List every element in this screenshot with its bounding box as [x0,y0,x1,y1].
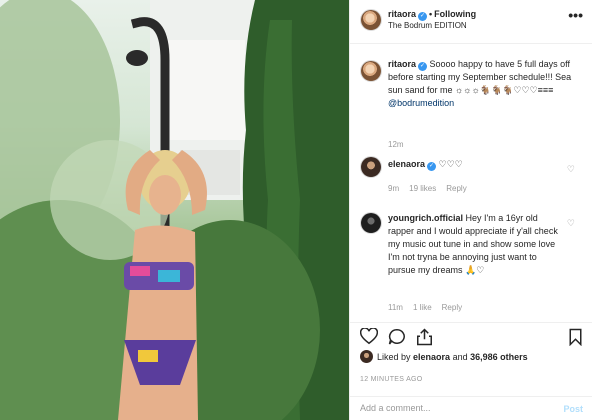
commenter-avatar[interactable] [360,156,382,178]
reply-button[interactable]: Reply [446,184,466,193]
post-side-panel: ritaora ✓ • Following The Bodrum EDITION ••… [349,0,592,420]
share-icon[interactable] [416,328,433,346]
caption-text-block: ritaora ✓ Soooo happy to have 5 full days… [388,58,578,110]
caption-time[interactable]: 12m [388,140,404,149]
likes-summary: Liked by elenaora and 36,986 others [360,350,528,363]
post-timestamp[interactable]: 12 MINUTES AGO [360,376,423,383]
post-location[interactable]: The Bodrum EDITION [388,21,467,30]
post-comment-button[interactable]: Post [563,404,583,414]
comment-like-heart-icon[interactable]: ♡ [567,164,575,175]
comment-meta: 11m 1 like Reply [388,303,472,312]
caption-avatar[interactable] [360,60,382,82]
comment-likes[interactable]: 1 like [413,303,432,312]
post-header: ritaora ✓ • Following The Bodrum EDITION ••… [350,0,592,44]
verified-icon: ✓ [427,162,437,171]
commenter-avatar[interactable] [360,212,382,234]
liked-by-and: and [452,352,468,362]
separator-dot: • [429,9,433,19]
comment-time[interactable]: 9m [388,184,399,193]
photo-illustration [0,0,349,420]
bookmark-icon[interactable] [568,328,583,346]
caption-username[interactable]: ritaora [388,59,416,69]
liker-avatar[interactable] [360,350,373,363]
comment-meta: 9m 19 likes Reply [388,184,477,193]
add-comment-bar: Post [350,396,592,420]
post-photo[interactable] [0,0,349,420]
header-user-line: ritaora ✓ • Following [388,9,476,21]
verified-icon: ✓ [418,62,428,71]
comment-icon[interactable] [388,328,406,345]
following-button[interactable]: Following [434,9,476,19]
comment-likes[interactable]: 19 likes [409,184,436,193]
comment-text-block: elenaora ✓ ♡♡♡ [388,158,568,171]
comment-text-block: youngrich.official Hey I'm a 16yr old ra… [388,212,558,277]
liked-by-prefix: Liked by [377,352,411,362]
heart-icon[interactable] [360,328,378,345]
caption-meta: 12m [388,140,414,149]
comment-text: ♡♡♡ [438,159,463,169]
liker-username[interactable]: elenaora [413,352,450,362]
commenter-username[interactable]: elenaora [388,159,425,169]
verified-icon: ✓ [418,12,428,21]
likes-count[interactable]: 36,986 others [470,352,528,362]
caption-mention[interactable]: @bodrumedition [388,98,454,108]
comments-list: ritaora ✓ Soooo happy to have 5 full days… [350,44,592,322]
comment-time[interactable]: 11m [388,303,403,312]
author-username[interactable]: ritaora [388,9,416,19]
more-icon[interactable]: ••• [568,8,583,22]
comment-like-heart-icon[interactable]: ♡ [567,218,575,229]
reply-button[interactable]: Reply [442,303,462,312]
commenter-username[interactable]: youngrich.official [388,213,463,223]
author-avatar[interactable] [360,9,382,31]
add-comment-input[interactable] [360,403,550,413]
action-bar [350,322,592,348]
